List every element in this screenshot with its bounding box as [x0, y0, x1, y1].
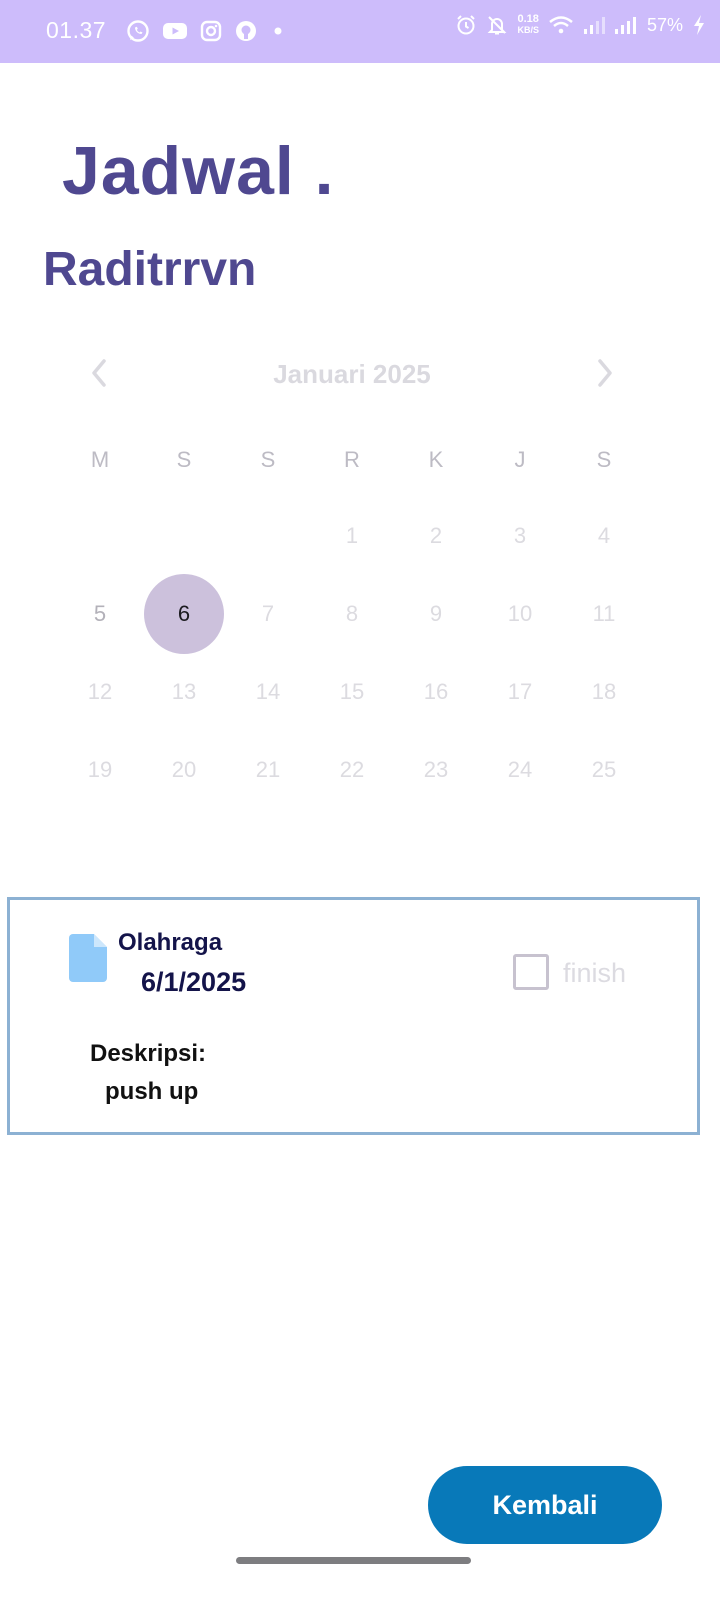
weekday-label: K	[428, 447, 444, 472]
calendar-day[interactable]: 1	[310, 497, 394, 575]
calendar-day-number: 15	[339, 679, 365, 704]
status-bar: 01.37 0.18 KB/S 57%	[0, 0, 720, 63]
calendar-day-number: 4	[597, 523, 611, 548]
user-name: Raditrrvn	[43, 243, 257, 296]
network-speed: 0.18 KB/S	[517, 13, 539, 36]
calendar-day[interactable]: 13	[142, 653, 226, 731]
back-button[interactable]: Kembali	[428, 1466, 662, 1544]
system-icons: 0.18 KB/S 57%	[455, 14, 706, 36]
calendar-day[interactable]: 8	[310, 575, 394, 653]
calendar-day[interactable]: 18	[562, 653, 646, 731]
calendar-day-number: 23	[423, 757, 449, 782]
task-date: 6/1/2025	[141, 967, 247, 997]
calendar-day[interactable]: 25	[562, 731, 646, 809]
signal-icon	[614, 15, 638, 35]
youtube-icon	[162, 21, 188, 41]
calendar-day[interactable]: 12	[58, 653, 142, 731]
notification-icons	[126, 19, 286, 43]
calendar-day-number: 12	[87, 679, 113, 704]
calendar-day-number: 22	[339, 757, 365, 782]
calendar-day[interactable]: 7	[226, 575, 310, 653]
calendar-day[interactable]: 9	[394, 575, 478, 653]
calendar-day-number: 16	[423, 679, 449, 704]
weekday-label: J	[514, 447, 526, 472]
calendar-days: 1 2 3 4 5 6 7 8 9 10 11 12 13 14 15 16 17 18 19 20 21 22 23 24 2…	[58, 497, 646, 809]
calendar-day-number: 13	[171, 679, 197, 704]
navigation-handle[interactable]	[236, 1557, 471, 1564]
status-time: 01.37	[46, 17, 107, 43]
weekday-label: S	[260, 447, 276, 472]
chevron-right-icon[interactable]	[590, 355, 620, 391]
calendar-day-number: 21	[255, 757, 281, 782]
calendar-empty-cell	[58, 497, 142, 575]
signal-icon	[583, 15, 605, 35]
dot-icon	[270, 23, 286, 39]
description-text: push up	[105, 1078, 199, 1105]
calendar-day-number: 14	[255, 679, 281, 704]
whatsapp-icon	[126, 19, 150, 43]
calendar-day[interactable]: 15	[310, 653, 394, 731]
calendar-empty-cell	[226, 497, 310, 575]
calendar-day-selected[interactable]: 6	[142, 575, 226, 653]
bell-off-icon	[486, 14, 508, 36]
calendar-day-number: 18	[591, 679, 617, 704]
charging-icon	[692, 14, 706, 36]
calendar-day[interactable]: 10	[478, 575, 562, 653]
finish-label: finish	[563, 958, 627, 988]
battery-level: 57%	[646, 14, 683, 35]
wifi-icon	[548, 15, 574, 35]
calendar-day-number: 19	[87, 757, 113, 782]
calendar-day[interactable]: 24	[478, 731, 562, 809]
document-icon	[69, 934, 107, 982]
calendar-day-number: 9	[429, 601, 443, 626]
calendar-day[interactable]: 21	[226, 731, 310, 809]
calendar-day-number: 10	[507, 601, 533, 626]
calendar-day-number: 2	[429, 523, 443, 548]
calendar-empty-cell	[142, 497, 226, 575]
app-icon	[234, 19, 258, 43]
calendar-day-number: 17	[507, 679, 533, 704]
calendar-day[interactable]: 20	[142, 731, 226, 809]
alarm-icon	[455, 14, 477, 36]
finish-checkbox[interactable]	[513, 954, 549, 990]
calendar-day[interactable]: 22	[310, 731, 394, 809]
calendar-day[interactable]: 14	[226, 653, 310, 731]
calendar-day-number: 24	[507, 757, 533, 782]
calendar-day-number: 20	[171, 757, 197, 782]
calendar-day-number: 3	[513, 523, 527, 548]
calendar-day[interactable]: 23	[394, 731, 478, 809]
description-label: Deskripsi:	[90, 1040, 207, 1067]
calendar-day-number: 5	[93, 601, 107, 626]
calendar-day-number: 6	[177, 601, 191, 626]
calendar-day[interactable]: 2	[394, 497, 478, 575]
calendar-day[interactable]: 17	[478, 653, 562, 731]
task-title: Olahraga	[118, 929, 223, 956]
calendar-day[interactable]: 3	[478, 497, 562, 575]
weekday-label: M	[90, 447, 110, 472]
calendar-day-number: 25	[591, 757, 617, 782]
calendar-day[interactable]: 11	[562, 575, 646, 653]
calendar-day[interactable]: 5	[58, 575, 142, 653]
calendar-header: Januari 2025	[58, 345, 646, 401]
calendar-day[interactable]: 16	[394, 653, 478, 731]
weekday-label: R	[344, 447, 360, 472]
weekday-label: S	[596, 447, 612, 472]
weekday-label: S	[176, 447, 192, 472]
calendar-day-number: 8	[345, 601, 359, 626]
calendar-weekdays: M S S R K J S	[58, 447, 646, 473]
calendar-month-label: Januari 2025	[273, 359, 431, 389]
calendar-day[interactable]: 19	[58, 731, 142, 809]
page-title: Jadwal .	[62, 133, 335, 209]
task-card[interactable]: Olahraga 6/1/2025 finish Deskripsi: push…	[7, 897, 700, 1135]
calendar-day[interactable]: 4	[562, 497, 646, 575]
calendar-day-number: 1	[345, 523, 359, 548]
calendar-day-number: 11	[592, 601, 616, 626]
calendar-day-number: 7	[261, 601, 275, 626]
instagram-icon	[200, 20, 222, 42]
